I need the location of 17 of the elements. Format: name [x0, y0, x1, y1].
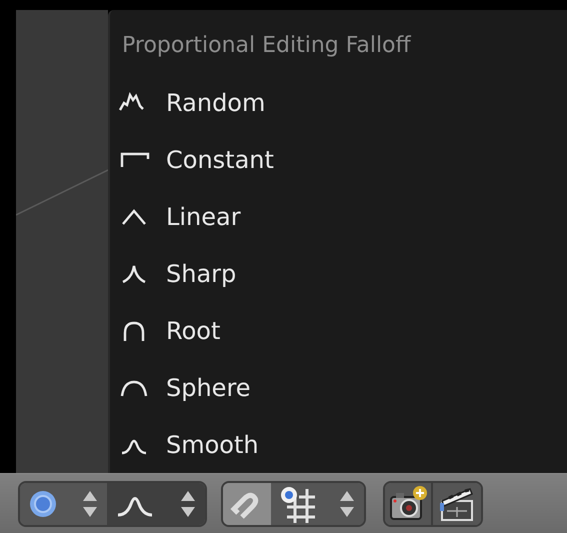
menu-item[interactable]: Smooth [110, 416, 567, 473]
menu-item[interactable]: Root [110, 302, 567, 359]
menu-title: Proportional Editing Falloff [121, 32, 411, 60]
render-button[interactable] [385, 482, 433, 524]
menu-item[interactable]: Constant [110, 131, 567, 188]
circle-icon [28, 488, 58, 518]
grid-icon [279, 484, 317, 522]
menu-item[interactable]: Sharp [110, 245, 567, 302]
snap-element-dropdown[interactable] [271, 482, 364, 524]
snap-toggle[interactable] [223, 482, 271, 524]
animation-render-button[interactable] [433, 482, 481, 524]
camera-icon [388, 484, 428, 522]
pivot-dropdown[interactable] [20, 482, 107, 524]
menu-item[interactable]: Sphere [110, 359, 567, 416]
menu-item[interactable]: Random [110, 74, 567, 131]
menu-item[interactable]: Linear [110, 188, 567, 245]
falloff-dropdown[interactable] [107, 482, 205, 524]
